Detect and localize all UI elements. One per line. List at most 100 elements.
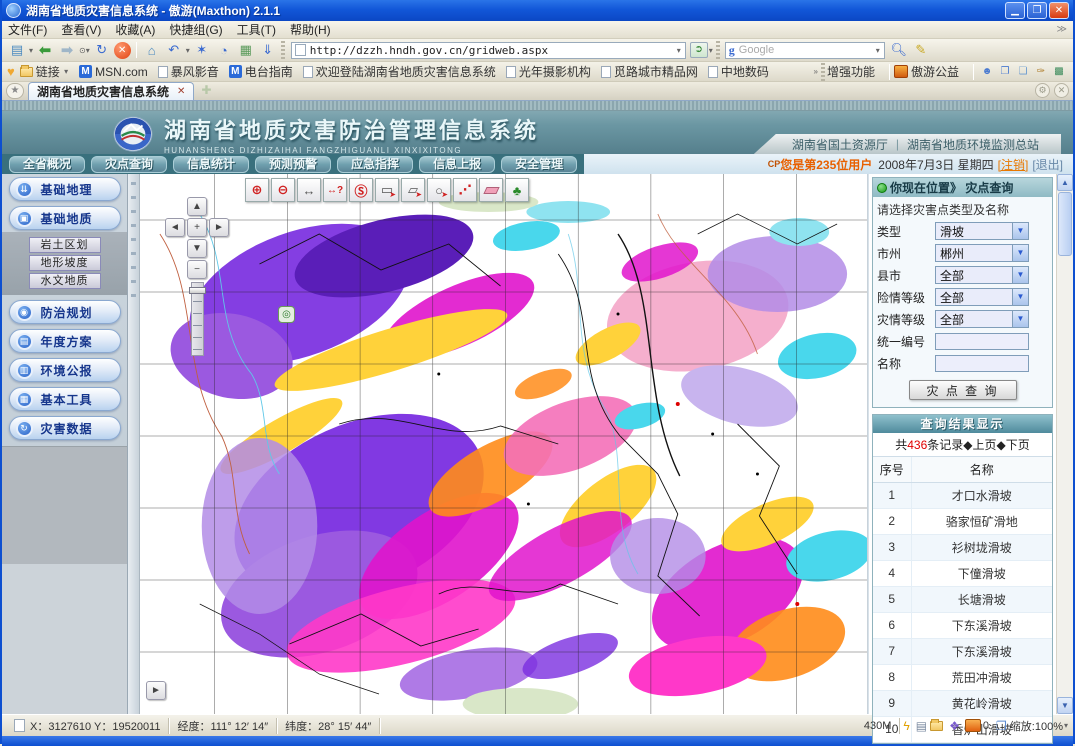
nav-tab-security[interactable]: 安全管理 [501, 156, 577, 173]
table-row[interactable]: 5长塘滑坡 [873, 586, 1052, 612]
disaster-level-select[interactable]: 全部▼ [935, 310, 1029, 328]
zoom-dropdown-icon[interactable]: ▾ [1064, 721, 1068, 730]
restore-button[interactable]: ❐ [1027, 2, 1047, 19]
zoom-in-icon[interactable]: ⊕ [245, 178, 269, 202]
close-button[interactable]: ✕ [1049, 2, 1069, 19]
layers-icon[interactable]: ❏ [1016, 65, 1030, 78]
next-page-link[interactable]: ◆下页 [997, 436, 1030, 453]
sidebar-item-disaster-data[interactable]: ↻ 灾害数据 [9, 416, 121, 440]
url-dropdown-icon[interactable]: ▾ [677, 46, 681, 55]
pan-right-button[interactable]: ► [209, 218, 229, 237]
table-row[interactable]: 9黄花岭滑坡 [873, 690, 1052, 716]
menu-favorites[interactable]: 收藏(A) [115, 21, 155, 38]
undo-dropdown-icon[interactable]: ▾ [186, 46, 190, 55]
search-engine-dropdown-icon[interactable]: ▾ [876, 46, 880, 55]
screenshot-camera-icon[interactable] [965, 719, 981, 732]
go-button[interactable]: ➲ [690, 42, 708, 58]
type-select[interactable]: 滑坡▼ [935, 222, 1029, 240]
nav-tab-disaster-query[interactable]: 灾点查询 [91, 156, 167, 173]
forward-icon[interactable]: ➡ [57, 41, 77, 60]
tab-list-star-icon[interactable]: ★ [6, 83, 24, 99]
toolbar-collapse-icon[interactable]: ≫ [1057, 24, 1067, 35]
menu-view[interactable]: 查看(V) [61, 21, 101, 38]
table-row[interactable]: 4下僮滑坡 [873, 560, 1052, 586]
zoom-slider-handle[interactable] [189, 287, 206, 294]
maxthon-charity[interactable]: 傲游公益 [894, 63, 959, 80]
zoom-slider[interactable] [191, 282, 204, 356]
link-photo[interactable]: 光年摄影机构 [506, 63, 591, 80]
exit-link[interactable]: [退出] [1032, 156, 1063, 173]
search-box[interactable]: g Google ▾ [725, 42, 885, 59]
back-icon[interactable]: ⬅ [35, 41, 55, 60]
scroll-up-icon[interactable]: ▲ [1057, 174, 1073, 191]
nav-tab-overview[interactable]: 全省概况 [9, 156, 85, 173]
snapshot-icon[interactable]: ▦ [236, 41, 256, 60]
link-msn[interactable]: MMSN.com [79, 65, 148, 79]
link-baofeng[interactable]: 暴风影音 [158, 63, 219, 80]
sidebar-item-basic-tools[interactable]: ▦ 基本工具 [9, 387, 121, 411]
table-row[interactable]: 2骆家恒矿滑地 [873, 508, 1052, 534]
chevron-down-icon[interactable]: ▼ [1012, 311, 1028, 327]
link-radio[interactable]: M电台指南 [229, 63, 293, 80]
chevron-down-icon[interactable]: ▼ [1012, 223, 1028, 239]
table-row[interactable]: 8荒田冲滑坡 [873, 664, 1052, 690]
home-icon[interactable]: ⌂ [142, 41, 162, 60]
scroll-down-icon[interactable]: ▼ [1057, 697, 1073, 714]
menu-file[interactable]: 文件(F) [8, 21, 47, 38]
prev-page-link[interactable]: ◆上页 [963, 436, 996, 453]
magic-wand-icon[interactable]: ✶ [192, 41, 212, 60]
city-select[interactable]: 郴州▼ [935, 244, 1029, 262]
highlight-icon[interactable]: ✎ [911, 41, 931, 60]
link-hunan-disaster[interactable]: 欢迎登陆湖南省地质灾害信息系统 [303, 63, 496, 80]
pan-down-button[interactable]: ▼ [187, 239, 207, 258]
full-extent-icon[interactable]: Ⓢ [349, 178, 373, 202]
nav-tab-statistics[interactable]: 信息统计 [173, 156, 249, 173]
wrench-icon[interactable]: ⚙ [1035, 83, 1050, 98]
go-dropdown-icon[interactable]: ▾ [709, 46, 713, 55]
map-selection-marker[interactable]: ◎ [278, 306, 295, 323]
submenu-rock-zoning[interactable]: 岩土区划 [29, 237, 101, 253]
history-clock-icon[interactable]: ◔ [214, 41, 234, 60]
undo-icon[interactable]: ↶ [164, 41, 184, 60]
select-rect-icon[interactable]: ▭➤ [375, 178, 399, 202]
scroll-track[interactable] [1057, 257, 1073, 697]
submenu-terrain-slope[interactable]: 地形坡度 [29, 255, 101, 271]
pan-up-button[interactable]: ▲ [187, 197, 207, 216]
menu-tools[interactable]: 工具(T) [237, 21, 276, 38]
tab-close-icon[interactable]: ✕ [177, 86, 185, 97]
nav-tab-report[interactable]: 信息上报 [419, 156, 495, 173]
window-icon[interactable]: ❐ [998, 65, 1012, 78]
danger-level-select[interactable]: 全部▼ [935, 288, 1029, 306]
sidebar-item-base-geology[interactable]: ▣ 基础地质 [9, 206, 121, 230]
stop-icon[interactable]: ✕ [114, 42, 131, 59]
table-row[interactable]: 3衫树垅滑坡 [873, 534, 1052, 560]
sidebar-splitter[interactable] [128, 174, 140, 714]
query-button[interactable]: 灾 点 查 询 [909, 380, 1017, 400]
enhance-features[interactable]: 增强功能 [827, 63, 875, 80]
measure-icon[interactable]: ↔? [323, 178, 347, 202]
paint-icon[interactable]: ✑ [1034, 65, 1048, 78]
page-scrollbar[interactable]: ▲ ▼ [1056, 174, 1073, 714]
chevron-down-icon[interactable]: ▼ [1012, 245, 1028, 261]
links-overflow-icon[interactable]: » [814, 67, 818, 76]
center-button[interactable]: + [187, 218, 207, 237]
org-link-land-dept[interactable]: 湖南省国土资源厅 [792, 136, 888, 153]
search-icon[interactable]: 🔍︎ [889, 41, 909, 60]
favorites-heart-icon[interactable]: ♥ [7, 64, 15, 79]
chevron-down-icon[interactable]: ▼ [1012, 267, 1028, 283]
sidebar-item-annual-plan[interactable]: ▤ 年度方案 [9, 329, 121, 353]
user-icon[interactable]: ☻ [980, 65, 994, 78]
nav-tab-emergency[interactable]: 应急指挥 [337, 156, 413, 173]
select-polygon-icon[interactable]: ▱➤ [401, 178, 425, 202]
select-circle-icon[interactable]: ○➤ [427, 178, 451, 202]
zoom-minus-button[interactable]: − [187, 260, 207, 279]
tab-active[interactable]: 湖南省地质灾害信息系统 ✕ [28, 82, 194, 100]
close-tabbar-icon[interactable]: ✕ [1054, 83, 1069, 98]
chevron-down-icon[interactable]: ▼ [1012, 289, 1028, 305]
folder-icon[interactable] [930, 721, 943, 731]
table-row[interactable]: 7下东溪滑坡 [873, 638, 1052, 664]
nav-tab-forecast[interactable]: 预测预警 [255, 156, 331, 173]
printer-icon[interactable]: ▤ [916, 719, 927, 733]
new-tab-plus-icon[interactable]: ✚ [198, 84, 214, 98]
new-tab-dropdown-icon[interactable]: ▾ [29, 46, 33, 55]
